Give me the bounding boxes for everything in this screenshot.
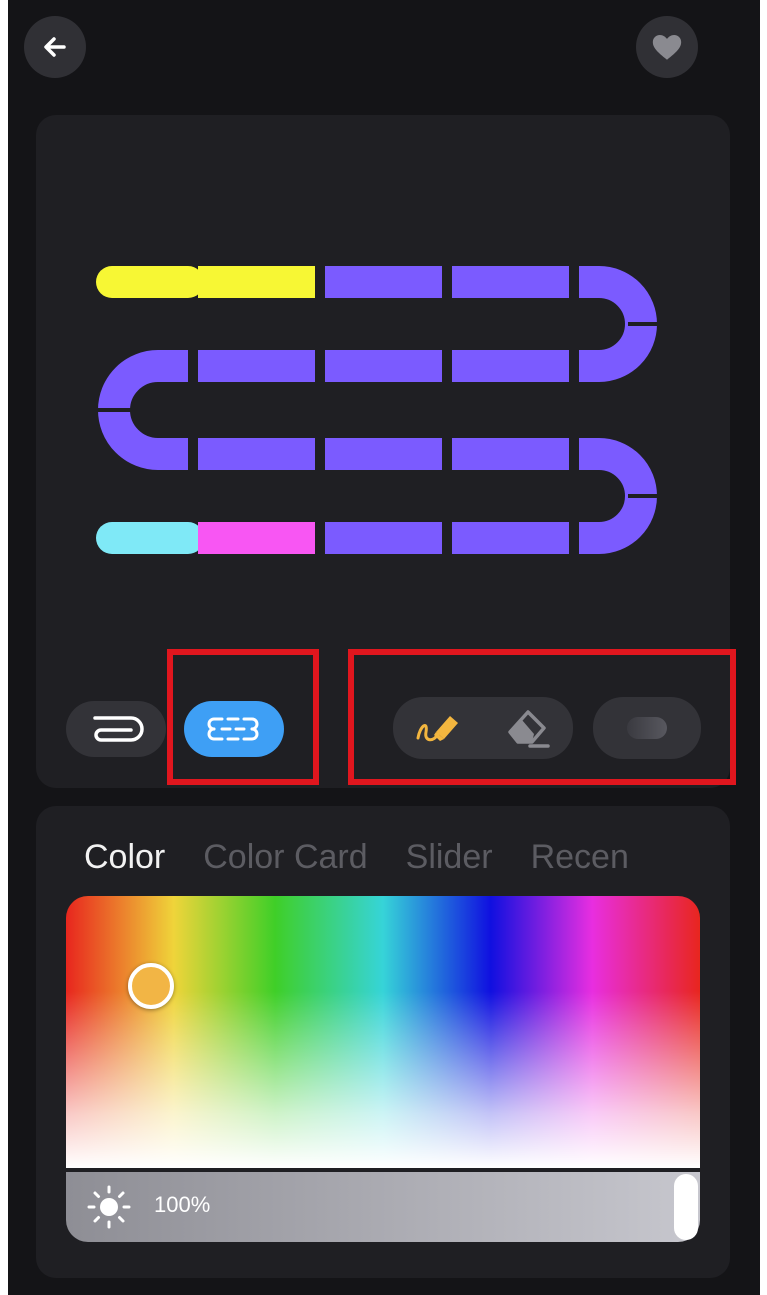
single-strip-mode-button[interactable] (66, 701, 166, 757)
tab-slider[interactable]: Slider (406, 838, 493, 877)
highlight-box-mode (167, 649, 319, 785)
strip-curve-gaps (93, 322, 688, 498)
app-screen: Color Color Card Slider Recen 100% (8, 0, 760, 1295)
single-strip-icon (93, 716, 144, 742)
brightness-handle[interactable] (674, 1174, 698, 1240)
tab-color[interactable]: Color (84, 838, 165, 877)
tab-color-card[interactable]: Color Card (203, 838, 367, 877)
tab-recent[interactable]: Recen (531, 838, 629, 877)
brightness-value: 100% (154, 1192, 211, 1217)
highlight-box-tools (348, 649, 736, 785)
brightness-slider[interactable]: 100% (66, 1172, 700, 1242)
color-spectrum-picker[interactable] (66, 896, 700, 1168)
sun-icon (87, 1185, 131, 1229)
color-tabs: Color Color Card Slider Recen (84, 838, 629, 877)
color-picker-thumb[interactable] (128, 963, 174, 1009)
